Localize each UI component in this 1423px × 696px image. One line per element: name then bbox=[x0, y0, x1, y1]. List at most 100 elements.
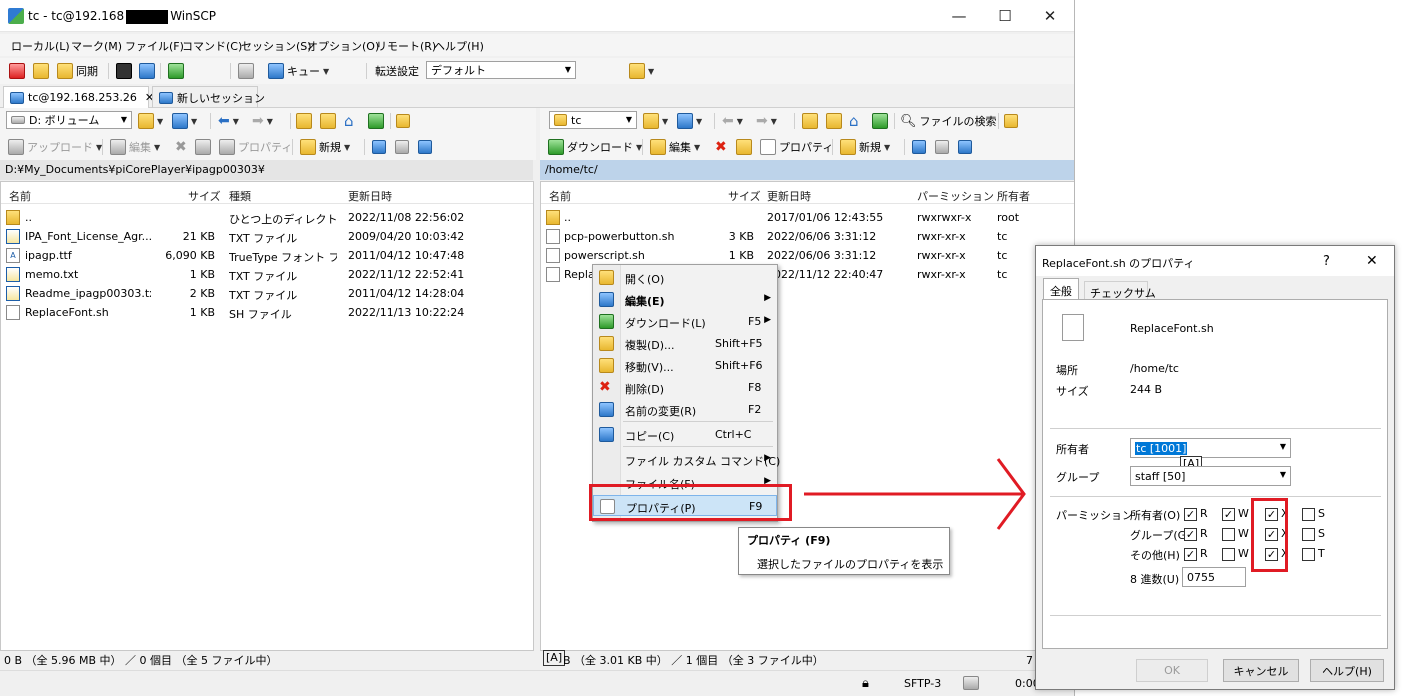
maximize-button[interactable]: ☐ bbox=[995, 6, 1015, 26]
rename-icon[interactable] bbox=[195, 139, 211, 155]
gear-icon[interactable] bbox=[238, 63, 254, 79]
tree-icon[interactable] bbox=[396, 114, 410, 128]
right-forward-icon[interactable]: ➡ bbox=[756, 113, 768, 129]
tab-checksum[interactable]: チェックサム bbox=[1084, 281, 1156, 300]
context-menu-item[interactable]: コピー(C) Ctrl+C bbox=[593, 424, 777, 445]
table-row[interactable]: memo.txt 1 KB TXT ファイル 2022/11/12 22:52:41 bbox=[1, 265, 533, 284]
right-parent-dir-icon[interactable] bbox=[802, 113, 818, 129]
col-size[interactable]: サイズ bbox=[188, 188, 221, 204]
rcol-modified[interactable]: 更新日時 bbox=[767, 188, 811, 204]
left-new-button[interactable]: 新規 ▼ bbox=[300, 138, 350, 156]
tab-general[interactable]: 全般 bbox=[1043, 278, 1079, 300]
perm-w-checkbox[interactable] bbox=[1222, 528, 1235, 541]
cancel-button[interactable]: キャンセル bbox=[1223, 659, 1299, 682]
tab-new-session[interactable]: 新しいセッション bbox=[152, 86, 265, 108]
right-open-folder-icon[interactable] bbox=[643, 113, 659, 129]
rcol-name[interactable]: 名前 bbox=[549, 188, 571, 204]
table-row[interactable]: .. 2017/01/06 12:43:55 rwxrwxr-x root bbox=[541, 208, 1074, 227]
terminal-icon[interactable] bbox=[116, 63, 132, 79]
menu-session[interactable]: セッション(S) bbox=[241, 38, 312, 54]
filter-icon[interactable] bbox=[172, 113, 188, 129]
rcol-perm[interactable]: パーミッション bbox=[917, 188, 994, 204]
right-select-all-icon[interactable] bbox=[912, 140, 926, 154]
refresh-icon[interactable] bbox=[368, 113, 384, 129]
ok-button[interactable]: OK bbox=[1136, 659, 1208, 682]
sync-button[interactable]: 同期 bbox=[57, 62, 98, 80]
rcol-owner[interactable]: 所有者 bbox=[997, 188, 1030, 204]
context-menu-item[interactable]: ✖ 削除(D) F8 bbox=[593, 377, 777, 398]
menu-local[interactable]: ローカル(L) bbox=[11, 38, 70, 54]
context-menu-item[interactable]: 移動(V)... Shift+F6 bbox=[593, 355, 777, 376]
tab-session[interactable]: tc@192.168.253.26 ✕ bbox=[3, 86, 154, 108]
octal-input[interactable]: 0755 bbox=[1182, 567, 1246, 587]
putty-icon[interactable] bbox=[139, 63, 155, 79]
right-tree-icon[interactable] bbox=[1004, 114, 1018, 128]
filter-select-icon[interactable] bbox=[418, 140, 432, 154]
refresh-session-icon[interactable] bbox=[168, 63, 184, 79]
context-menu-item[interactable]: 開く(O) bbox=[593, 267, 777, 288]
col-type[interactable]: 種類 bbox=[229, 188, 251, 204]
table-row[interactable]: .. ひとつ上のディレクトリ 2022/11/08 22:56:02 bbox=[1, 208, 533, 227]
table-row[interactable]: IPA_Font_License_Agr... 21 KB TXT ファイル 2009… bbox=[1, 227, 533, 246]
perm-special-checkbox[interactable] bbox=[1302, 508, 1315, 521]
synchronize-browse-icon[interactable] bbox=[33, 63, 49, 79]
context-menu-item[interactable]: 名前の変更(R) F2 bbox=[593, 399, 777, 420]
right-rename-icon[interactable] bbox=[736, 139, 752, 155]
site-globe-icon[interactable] bbox=[629, 63, 645, 79]
minimize-button[interactable]: — bbox=[949, 6, 969, 26]
upload-button[interactable]: アップロード ▼ bbox=[8, 138, 102, 156]
close-button[interactable]: ✕ bbox=[1040, 6, 1060, 26]
parent-dir-icon[interactable] bbox=[296, 113, 312, 129]
menu-mark[interactable]: マーク(M) bbox=[71, 38, 122, 54]
context-menu-item[interactable]: ダウンロード(L) F5 ▶ bbox=[593, 311, 777, 332]
owner-select[interactable]: tc [1001] ▼ bbox=[1130, 438, 1291, 458]
context-menu-item[interactable]: ファイル カスタム コマンド(C) ▶ bbox=[593, 449, 780, 470]
table-row[interactable]: pcp-powerbutton.sh 3 KB 2022/06/06 3:31:12… bbox=[541, 227, 1074, 246]
forward-icon[interactable]: ➡ bbox=[252, 113, 264, 129]
select-all-icon[interactable] bbox=[372, 140, 386, 154]
right-properties-button[interactable]: プロパティ bbox=[760, 138, 833, 156]
root-dir-icon[interactable] bbox=[320, 113, 336, 129]
context-menu-item[interactable]: 編集(E) ▶ bbox=[593, 289, 777, 310]
col-modified[interactable]: 更新日時 bbox=[348, 188, 392, 204]
right-edit-button[interactable]: 編集 ▼ bbox=[650, 138, 700, 156]
right-back-icon[interactable]: ⬅ bbox=[722, 113, 734, 129]
perm-special-checkbox[interactable] bbox=[1302, 548, 1315, 561]
right-home-icon[interactable]: ⌂ bbox=[849, 112, 859, 130]
right-unselect-icon[interactable] bbox=[935, 140, 949, 154]
menu-command[interactable]: コマンド(C) bbox=[182, 38, 242, 54]
left-drive-select[interactable]: D: ボリューム ▼ bbox=[6, 111, 132, 129]
transfer-settings-select[interactable]: デフォルト ▼ bbox=[426, 61, 576, 79]
table-row[interactable]: Aipagp.ttf 6,090 KB TrueType フォント フ... 2011… bbox=[1, 246, 533, 265]
table-row[interactable]: Readme_ipagp00303.txt 2 KB TXT ファイル 2011/04… bbox=[1, 284, 533, 303]
queue-button[interactable]: キュー ▼ bbox=[268, 62, 329, 80]
table-row[interactable]: ReplaceFont.sh 1 KB SH ファイル 2022/11/13 10:2… bbox=[1, 303, 533, 322]
home-icon[interactable]: ⌂ bbox=[344, 112, 354, 130]
menu-help[interactable]: ヘルプ(H) bbox=[434, 38, 484, 54]
perm-w-checkbox[interactable]: ✓ bbox=[1222, 508, 1235, 521]
right-filter-icon[interactable] bbox=[677, 113, 693, 129]
open-folder-icon[interactable] bbox=[138, 113, 154, 129]
unselect-icon[interactable] bbox=[395, 140, 409, 154]
right-new-button[interactable]: 新規 ▼ bbox=[840, 138, 890, 156]
right-refresh-icon[interactable] bbox=[872, 113, 888, 129]
left-properties-button[interactable]: プロパティ bbox=[219, 138, 292, 156]
dialog-help-button[interactable]: ? bbox=[1323, 254, 1330, 269]
menu-option[interactable]: オプション(O) bbox=[307, 38, 379, 54]
right-delete-icon[interactable]: ✖ bbox=[715, 139, 727, 155]
left-edit-button[interactable]: 編集 ▼ bbox=[110, 138, 160, 156]
help-button[interactable]: ヘルプ(H) bbox=[1310, 659, 1384, 682]
group-select[interactable]: staff [50] ▼ bbox=[1130, 466, 1291, 486]
find-files-button[interactable]: 🔍︎ ファイルの検索 bbox=[900, 112, 997, 130]
download-button[interactable]: ダウンロード ▼ bbox=[548, 138, 642, 156]
rcol-size[interactable]: サイズ bbox=[728, 188, 761, 204]
context-menu-item[interactable]: 複製(D)... Shift+F5 bbox=[593, 333, 777, 354]
perm-special-checkbox[interactable] bbox=[1302, 528, 1315, 541]
perm-w-checkbox[interactable] bbox=[1222, 548, 1235, 561]
col-name[interactable]: 名前 bbox=[9, 188, 31, 204]
right-filter-select-icon[interactable] bbox=[958, 140, 972, 154]
menu-file[interactable]: ファイル(F) bbox=[125, 38, 184, 54]
perm-r-checkbox[interactable]: ✓ bbox=[1184, 528, 1197, 541]
right-dir-select[interactable]: tc ▼ bbox=[549, 111, 637, 129]
delete-icon[interactable]: ✖ bbox=[175, 139, 187, 155]
